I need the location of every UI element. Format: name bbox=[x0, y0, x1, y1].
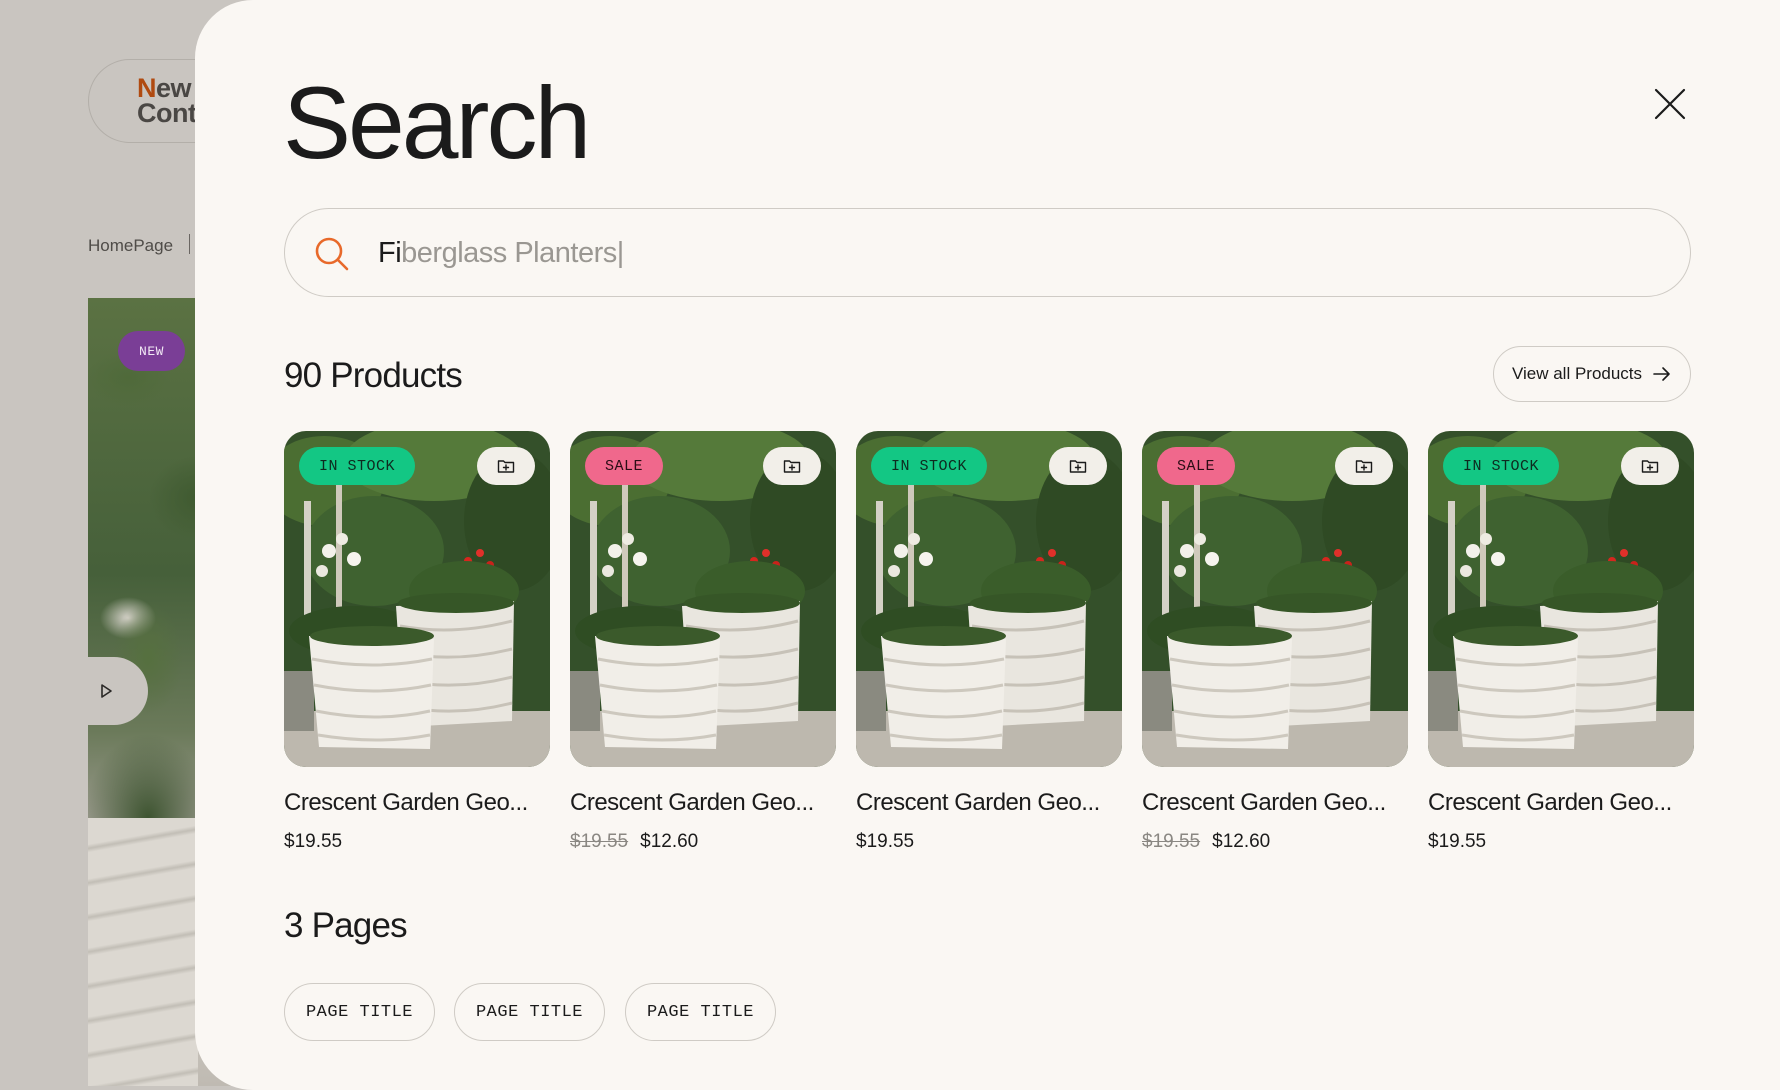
product-old-price: $19.55 bbox=[1142, 831, 1201, 852]
modal-title: Search bbox=[283, 66, 591, 180]
product-current-price: $19.55 bbox=[284, 831, 343, 852]
product-image[interactable]: SALE bbox=[1142, 431, 1408, 767]
product-current-price: $12.60 bbox=[640, 831, 699, 852]
products-count: 90 Products bbox=[284, 356, 463, 395]
product-current-price: $19.55 bbox=[856, 831, 915, 852]
new-badge: NEW bbox=[118, 331, 185, 371]
folder-plus-icon bbox=[1641, 460, 1659, 473]
product-card[interactable]: IN STOCK Crescent Garden Geo... $19.55 bbox=[1428, 431, 1694, 853]
background-logo: New Cont bbox=[137, 75, 197, 128]
folder-plus-icon bbox=[497, 460, 515, 473]
save-to-folder-button[interactable] bbox=[1049, 447, 1107, 485]
product-name[interactable]: Crescent Garden Geo... bbox=[856, 789, 1122, 817]
product-card[interactable]: IN STOCK Crescent Garden Geo... $19.55 bbox=[856, 431, 1122, 853]
folder-plus-icon bbox=[1069, 460, 1087, 473]
product-old-price: $19.55 bbox=[570, 831, 629, 852]
background-breadcrumb[interactable]: HomePage bbox=[88, 236, 173, 256]
product-grid: IN STOCK Crescent Garden Geo... $19.55 S… bbox=[284, 431, 1694, 871]
folder-plus-icon bbox=[1355, 460, 1373, 473]
save-to-folder-button[interactable] bbox=[763, 447, 821, 485]
product-image[interactable]: IN STOCK bbox=[856, 431, 1122, 767]
stock-badge: IN STOCK bbox=[299, 447, 416, 485]
product-name[interactable]: Crescent Garden Geo... bbox=[1142, 789, 1408, 817]
stock-badge: SALE bbox=[585, 447, 664, 485]
page-chip[interactable]: PAGE TITLE bbox=[284, 983, 435, 1041]
product-name[interactable]: Crescent Garden Geo... bbox=[284, 789, 550, 817]
arrow-right-icon bbox=[1653, 367, 1670, 381]
product-image[interactable]: IN STOCK bbox=[284, 431, 550, 767]
product-price: $19.55 bbox=[856, 831, 1122, 853]
product-price: $19.55 $12.60 bbox=[1142, 831, 1408, 853]
view-all-label: View all Products bbox=[1511, 364, 1643, 383]
play-icon bbox=[101, 684, 112, 698]
product-name[interactable]: Crescent Garden Geo... bbox=[570, 789, 836, 817]
product-image[interactable]: SALE bbox=[570, 431, 836, 767]
product-current-price: $19.55 bbox=[1428, 831, 1487, 852]
product-price: $19.55 bbox=[1428, 831, 1694, 853]
stock-badge: SALE bbox=[1157, 447, 1236, 485]
search-input[interactable]: Fiberglass Planters| bbox=[284, 208, 1691, 297]
search-modal: Search Fiberglass Planters| 90 Products … bbox=[195, 0, 1780, 1090]
search-icon bbox=[315, 237, 349, 271]
product-current-price: $12.60 bbox=[1212, 831, 1271, 852]
product-price: $19.55 $12.60 bbox=[570, 831, 836, 853]
hero-planter bbox=[88, 818, 198, 1086]
product-price: $19.55 bbox=[284, 831, 550, 853]
stock-badge: IN STOCK bbox=[1443, 447, 1560, 485]
product-card[interactable]: SALE Crescent Garden Geo... $19.55 $12.6… bbox=[1142, 431, 1408, 853]
search-query-typed: Fi bbox=[378, 237, 402, 269]
breadcrumb-separator bbox=[189, 234, 190, 254]
product-image[interactable]: IN STOCK bbox=[1428, 431, 1694, 767]
logo-line2: Cont bbox=[137, 98, 197, 128]
close-icon bbox=[1654, 88, 1686, 120]
save-to-folder-button[interactable] bbox=[1621, 447, 1679, 485]
save-to-folder-button[interactable] bbox=[477, 447, 535, 485]
save-to-folder-button[interactable] bbox=[1335, 447, 1393, 485]
pages-count: 3 Pages bbox=[284, 906, 408, 945]
product-card[interactable]: SALE Crescent Garden Geo... $19.55 $12.6… bbox=[570, 431, 836, 853]
search-query-suggestion: berglass Planters| bbox=[401, 237, 624, 269]
page-chip[interactable]: PAGE TITLE bbox=[625, 983, 776, 1041]
folder-plus-icon bbox=[783, 460, 801, 473]
search-query: Fiberglass Planters| bbox=[378, 233, 624, 273]
product-card[interactable]: IN STOCK Crescent Garden Geo... $19.55 bbox=[284, 431, 550, 853]
view-all-products-button[interactable]: View all Products bbox=[1493, 346, 1691, 402]
close-button[interactable] bbox=[1650, 84, 1690, 124]
product-name[interactable]: Crescent Garden Geo... bbox=[1428, 789, 1694, 817]
page-chip[interactable]: PAGE TITLE bbox=[454, 983, 605, 1041]
stock-badge: IN STOCK bbox=[871, 447, 988, 485]
